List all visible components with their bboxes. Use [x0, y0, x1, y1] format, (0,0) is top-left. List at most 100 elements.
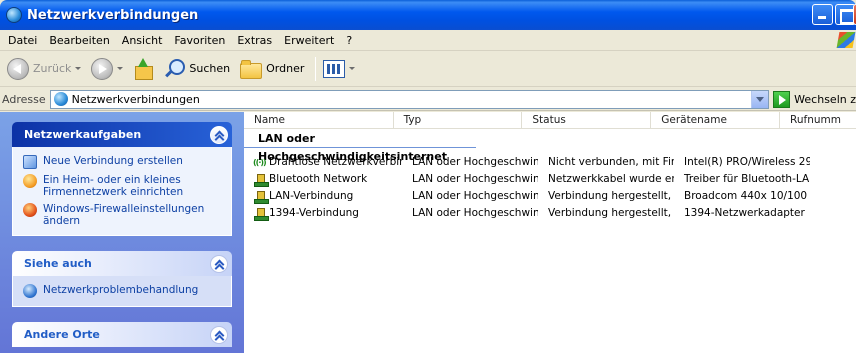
see-also-title: Siehe auch	[24, 257, 92, 270]
toolbar: Zurück Suchen Ordner	[0, 51, 856, 87]
windows-logo-icon	[836, 32, 856, 48]
name-cell: Drahtlose Netzwerkverbind...	[244, 154, 402, 171]
search-button[interactable]: Suchen	[160, 54, 233, 84]
menu-erweitert[interactable]: Erweitert	[278, 31, 340, 50]
status-cell: Netzwerkkabel wurde en...	[548, 173, 674, 185]
task-firewall-settings[interactable]: Windows-Firewalleinstellungen ändern	[23, 203, 221, 227]
explorer-window: Netzwerkverbindungen Datei Bearbeiten An…	[0, 0, 856, 353]
task-label: Netzwerkproblembehandlung	[43, 284, 199, 296]
folders-button[interactable]: Ordner	[237, 54, 307, 84]
device-cell: Intel(R) PRO/Wireless 29...	[684, 156, 810, 168]
task-pane: Netzwerkaufgaben Neue Verbindung erstell…	[0, 112, 244, 353]
views-button[interactable]	[320, 54, 358, 84]
collapse-icon[interactable]	[210, 125, 228, 144]
minimize-button[interactable]	[812, 4, 833, 25]
address-field[interactable]: Netzwerkverbindungen	[49, 89, 770, 109]
connection-list: Drahtlose Netzwerkverbind... LAN oder Ho…	[244, 154, 856, 222]
list-item[interactable]: LAN-Verbindung LAN oder Hochgeschwin... …	[244, 188, 856, 205]
other-places-title: Andere Orte	[24, 328, 100, 341]
address-dropdown-button[interactable]	[751, 90, 769, 108]
help-icon	[23, 284, 37, 298]
menu-favoriten[interactable]: Favoriten	[168, 31, 231, 50]
column-header-phone[interactable]: Rufnumm	[780, 112, 856, 129]
network-tasks-header[interactable]: Netzwerkaufgaben	[12, 122, 232, 147]
column-header-status[interactable]: Status	[522, 112, 652, 129]
type-cell: LAN oder Hochgeschwin...	[412, 190, 538, 202]
other-places-header[interactable]: Andere Orte	[12, 322, 232, 347]
column-header-type[interactable]: Typ	[394, 112, 523, 129]
back-arrow-icon	[7, 57, 29, 80]
window-title: Netzwerkverbindungen	[27, 7, 199, 23]
task-label: Neue Verbindung erstellen	[43, 155, 183, 167]
chevron-down-icon[interactable]	[117, 67, 124, 70]
network-tasks-panel: Netzwerkaufgaben Neue Verbindung erstell…	[12, 122, 232, 236]
views-icon	[323, 59, 346, 78]
wired-network-icon	[254, 173, 269, 187]
folders-label: Ordner	[266, 62, 305, 75]
task-troubleshooting[interactable]: Netzwerkproblembehandlung	[23, 284, 221, 298]
see-also-body: Netzwerkproblembehandlung	[12, 276, 232, 307]
search-icon	[163, 58, 186, 80]
name-cell: LAN-Verbindung	[244, 188, 402, 205]
collapse-icon[interactable]	[210, 254, 228, 273]
network-connections-icon	[53, 92, 68, 106]
toolbar-separator	[315, 56, 317, 81]
collapse-icon[interactable]	[210, 325, 228, 344]
column-headers: Name Typ Status Gerätename Rufnumm	[244, 112, 856, 129]
wired-network-icon	[254, 207, 269, 221]
folder-up-icon	[133, 57, 154, 80]
name-cell: Bluetooth Network	[244, 171, 402, 188]
connection-name: Bluetooth Network	[269, 173, 368, 185]
forward-button[interactable]	[88, 54, 126, 84]
see-also-header[interactable]: Siehe auch	[12, 251, 232, 276]
wireless-network-icon	[253, 154, 268, 171]
status-cell: Nicht verbunden, mit Fir...	[548, 156, 674, 168]
menu-bearbeiten[interactable]: Bearbeiten	[43, 31, 115, 50]
forward-arrow-icon	[91, 57, 114, 80]
list-item[interactable]: Drahtlose Netzwerkverbind... LAN oder Ho…	[244, 154, 856, 171]
up-button[interactable]	[130, 54, 156, 84]
address-value: Netzwerkverbindungen	[71, 92, 200, 106]
details-view: Name Typ Status Gerätename Rufnumm LAN o…	[244, 112, 856, 353]
address-bar: Adresse Netzwerkverbindungen Wechseln z	[0, 88, 856, 111]
list-item[interactable]: Bluetooth Network LAN oder Hochgeschwin.…	[244, 171, 856, 188]
chevron-down-icon[interactable]	[75, 67, 82, 70]
home-network-icon	[23, 174, 37, 188]
wired-network-icon	[254, 190, 269, 204]
task-new-connection[interactable]: Neue Verbindung erstellen	[23, 155, 221, 169]
name-cell: 1394-Verbindung	[244, 205, 402, 222]
device-cell: 1394-Netzwerkadapter	[684, 207, 805, 219]
menu-bar: Datei Bearbeiten Ansicht Favoriten Extra…	[0, 30, 856, 51]
new-connection-icon	[23, 155, 37, 169]
status-cell: Verbindung hergestellt, ...	[548, 190, 674, 202]
network-connections-icon	[6, 7, 22, 23]
back-button[interactable]: Zurück	[4, 54, 84, 84]
search-label: Suchen	[189, 62, 231, 75]
folder-icon	[240, 59, 263, 79]
connection-name: Drahtlose Netzwerkverbind...	[269, 156, 402, 168]
menu-ansicht[interactable]: Ansicht	[116, 31, 169, 50]
go-button[interactable]: Wechseln z	[773, 90, 856, 108]
task-home-network[interactable]: Ein Heim- oder ein kleines Firmennetzwer…	[23, 174, 221, 198]
menu-datei[interactable]: Datei	[2, 31, 43, 50]
menu-help[interactable]: ?	[340, 31, 358, 50]
see-also-panel: Siehe auch Netzwerkproblembehandlung	[12, 251, 232, 307]
connection-name: LAN-Verbindung	[269, 190, 354, 202]
device-cell: Treiber für Bluetooth-LA...	[684, 173, 810, 185]
chevron-down-icon[interactable]	[349, 67, 356, 70]
task-label: Windows-Firewalleinstellungen ändern	[43, 203, 205, 227]
column-header-device[interactable]: Gerätename	[651, 112, 781, 129]
firewall-icon	[23, 203, 37, 217]
network-tasks-title: Netzwerkaufgaben	[24, 128, 142, 141]
task-label: Ein Heim- oder ein kleines Firmennetzwer…	[43, 174, 184, 198]
column-header-name[interactable]: Name	[244, 112, 394, 129]
menu-extras[interactable]: Extras	[231, 31, 278, 50]
other-places-panel: Andere Orte	[12, 322, 232, 347]
title-bar[interactable]: Netzwerkverbindungen	[0, 0, 856, 30]
address-label: Adresse	[2, 92, 46, 106]
type-cell: LAN oder Hochgeschwin...	[412, 156, 538, 168]
group-header: LAN oder Hochgeschwindigkeitsinternet	[244, 130, 476, 163]
type-cell: LAN oder Hochgeschwin...	[412, 173, 538, 185]
network-tasks-body: Neue Verbindung erstellen Ein Heim- oder…	[12, 147, 232, 236]
list-item[interactable]: 1394-Verbindung LAN oder Hochgeschwin...…	[244, 205, 856, 222]
